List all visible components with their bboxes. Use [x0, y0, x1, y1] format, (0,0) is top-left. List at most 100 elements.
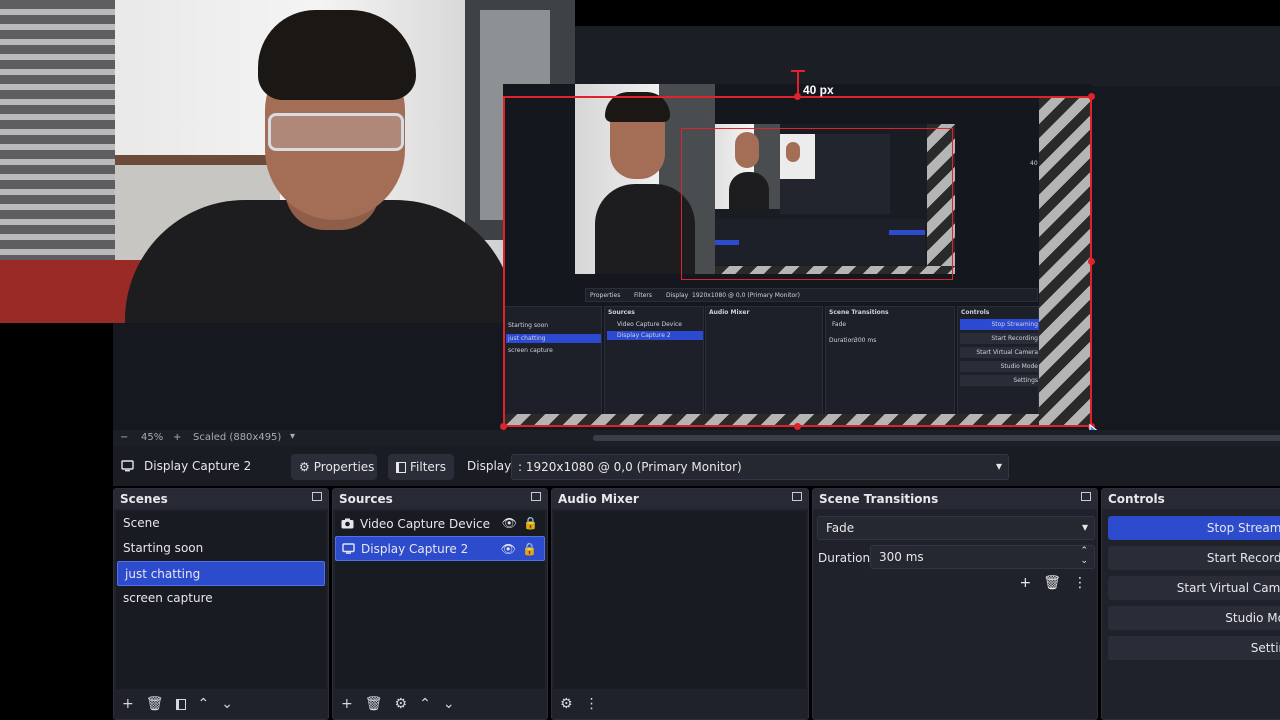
filters-button[interactable]: Filters	[388, 454, 454, 480]
resize-handle-top-right[interactable]	[1088, 93, 1095, 100]
preview-top-strip	[575, 26, 1280, 86]
more-options-icon[interactable]: ⋮	[585, 696, 599, 712]
settings-button[interactable]: Settings	[1108, 636, 1280, 660]
webcam-feed	[0, 0, 575, 323]
move-down-icon[interactable]: ⌄	[221, 696, 233, 712]
zoom-bar: − 45% + Scaled (880x495) ▾	[113, 430, 1280, 446]
transition-actions: + 🗑 ⋮	[1019, 575, 1087, 591]
duration-label: Duration	[818, 551, 871, 565]
sources-dock-header: Sources	[333, 489, 547, 509]
preview-canvas[interactable]: 40 px Properties Filters Display 1920x10…	[0, 0, 1280, 430]
scenes-list: Scene Starting soon just chatting screen…	[116, 511, 326, 689]
stop-streaming-button[interactable]: Stop Streaming	[1108, 516, 1280, 540]
audio-mixer-body	[554, 511, 806, 689]
source-item-display-capture[interactable]: Display Capture 2 👁 🔒	[335, 536, 545, 561]
controls-dock: Controls Stop Streaming Start Recording …	[1101, 488, 1280, 720]
audio-mixer-dock: Audio Mixer ⚙ ⋮	[551, 488, 809, 720]
eye-icon[interactable]: 👁	[501, 542, 516, 556]
add-source-icon[interactable]: +	[341, 696, 353, 712]
start-virtual-camera-button[interactable]: Start Virtual Camera	[1108, 576, 1280, 600]
move-up-icon[interactable]: ⌃	[198, 696, 210, 712]
audio-mixer-header: Audio Mixer	[552, 489, 808, 509]
properties-button[interactable]: ⚙ Properties	[291, 454, 377, 480]
undock-icon[interactable]	[312, 492, 322, 501]
resize-handle-bottom-left[interactable]	[500, 423, 507, 430]
eye-icon[interactable]: 👁	[502, 516, 517, 530]
camera-icon	[341, 518, 354, 529]
resize-handle-bottom[interactable]	[794, 423, 801, 430]
scene-filters-icon[interactable]	[175, 698, 186, 710]
monitor-icon	[121, 460, 134, 472]
scenes-title: Scenes	[120, 492, 168, 506]
gear-icon[interactable]: ⚙	[395, 696, 408, 712]
source-label: Display Capture 2	[361, 541, 469, 556]
scenes-dock: Scenes Scene Starting soon just chatting…	[113, 488, 329, 720]
trash-icon[interactable]: 🗑	[365, 696, 383, 712]
lock-icon[interactable]: 🔒	[522, 542, 537, 556]
zoom-percent: 45%	[141, 432, 164, 443]
more-options-icon[interactable]: ⋮	[1073, 575, 1087, 591]
move-up-icon[interactable]: ⌃	[419, 696, 431, 712]
display-select[interactable]: : 1920x1080 @ 0,0 (Primary Monitor) ▾	[511, 454, 1009, 480]
audio-mixer-footer: ⚙ ⋮	[552, 689, 808, 719]
scene-item-scene[interactable]: Scene	[116, 511, 326, 536]
undock-icon[interactable]	[1081, 492, 1091, 501]
zoom-scale-label: Scaled (880x495)	[193, 432, 282, 443]
window-blind	[0, 0, 115, 270]
scene-item-screen-capture[interactable]: screen capture	[116, 586, 326, 611]
sources-footer: + 🗑 ⚙ ⌃ ⌄	[333, 689, 547, 719]
scene-transitions-header: Scene Transitions	[813, 489, 1097, 509]
scene-item-starting-soon[interactable]: Starting soon	[116, 536, 326, 561]
resize-handle-top[interactable]	[794, 93, 801, 100]
selected-source-name: Display Capture 2	[144, 459, 252, 473]
offset-guide-cap	[791, 70, 805, 72]
transition-select[interactable]: Fade ▾	[817, 516, 1095, 540]
duration-spinbox[interactable]: 300 ms ⌃ ⌄	[870, 545, 1095, 569]
move-down-icon[interactable]: ⌄	[443, 696, 455, 712]
advanced-audio-icon[interactable]: ⚙	[560, 696, 573, 712]
zoom-in-button[interactable]: +	[173, 432, 181, 443]
scene-item-just-chatting[interactable]: just chatting	[117, 561, 325, 586]
resize-handle-right[interactable]	[1088, 258, 1095, 265]
add-transition-icon[interactable]: +	[1019, 575, 1031, 591]
sources-title: Sources	[339, 492, 393, 506]
spin-up-icon[interactable]: ⌃	[1080, 546, 1088, 556]
chevron-down-icon: ▾	[1081, 520, 1088, 534]
source-selection-outline[interactable]	[503, 96, 1092, 427]
trash-icon[interactable]: 🗑	[146, 696, 164, 712]
preview-horizontal-scrollbar[interactable]	[593, 435, 1280, 441]
filters-label: Filters	[410, 460, 446, 474]
source-label: Video Capture Device	[360, 516, 491, 531]
undock-icon[interactable]	[531, 492, 541, 501]
controls-header: Controls	[1102, 489, 1280, 509]
display-label: Display	[467, 459, 512, 473]
source-item-video-capture[interactable]: Video Capture Device 👁 🔒	[335, 511, 545, 536]
sources-list: Video Capture Device 👁 🔒 Display Capture…	[335, 511, 545, 689]
audio-mixer-title: Audio Mixer	[558, 492, 639, 506]
source-toolbar: Display Capture 2 ⚙ Properties Filters D…	[113, 446, 1280, 486]
scenes-footer: + 🗑 ⌃ ⌄	[114, 689, 328, 719]
sources-dock: Sources Video Capture Device 👁 🔒 Display…	[332, 488, 548, 720]
scene-transitions-title: Scene Transitions	[819, 492, 939, 506]
lock-icon[interactable]: 🔒	[523, 516, 538, 530]
zoom-out-button[interactable]: −	[120, 432, 128, 443]
display-value: : 1920x1080 @ 0,0 (Primary Monitor)	[518, 460, 742, 474]
monitor-icon	[342, 543, 355, 554]
person-hair	[258, 10, 416, 100]
spin-down-icon[interactable]: ⌄	[1080, 556, 1088, 566]
gear-icon: ⚙	[299, 460, 310, 474]
filter-icon	[396, 461, 406, 473]
duration-value: 300 ms	[879, 550, 924, 564]
add-scene-icon[interactable]: +	[122, 696, 134, 712]
studio-mode-button[interactable]: Studio Mode	[1108, 606, 1280, 630]
scene-transitions-dock: Scene Transitions Fade ▾ Duration 300 ms…	[812, 488, 1098, 720]
transition-value: Fade	[826, 521, 855, 535]
undock-icon[interactable]	[792, 492, 802, 501]
controls-title: Controls	[1108, 492, 1165, 506]
scenes-dock-header: Scenes	[114, 489, 328, 509]
chevron-down-icon: ▾	[995, 459, 1002, 473]
trash-icon[interactable]: 🗑	[1043, 575, 1061, 591]
start-recording-button[interactable]: Start Recording	[1108, 546, 1280, 570]
properties-label: Properties	[313, 460, 375, 474]
zoom-dropdown-icon[interactable]: ▾	[290, 431, 295, 442]
